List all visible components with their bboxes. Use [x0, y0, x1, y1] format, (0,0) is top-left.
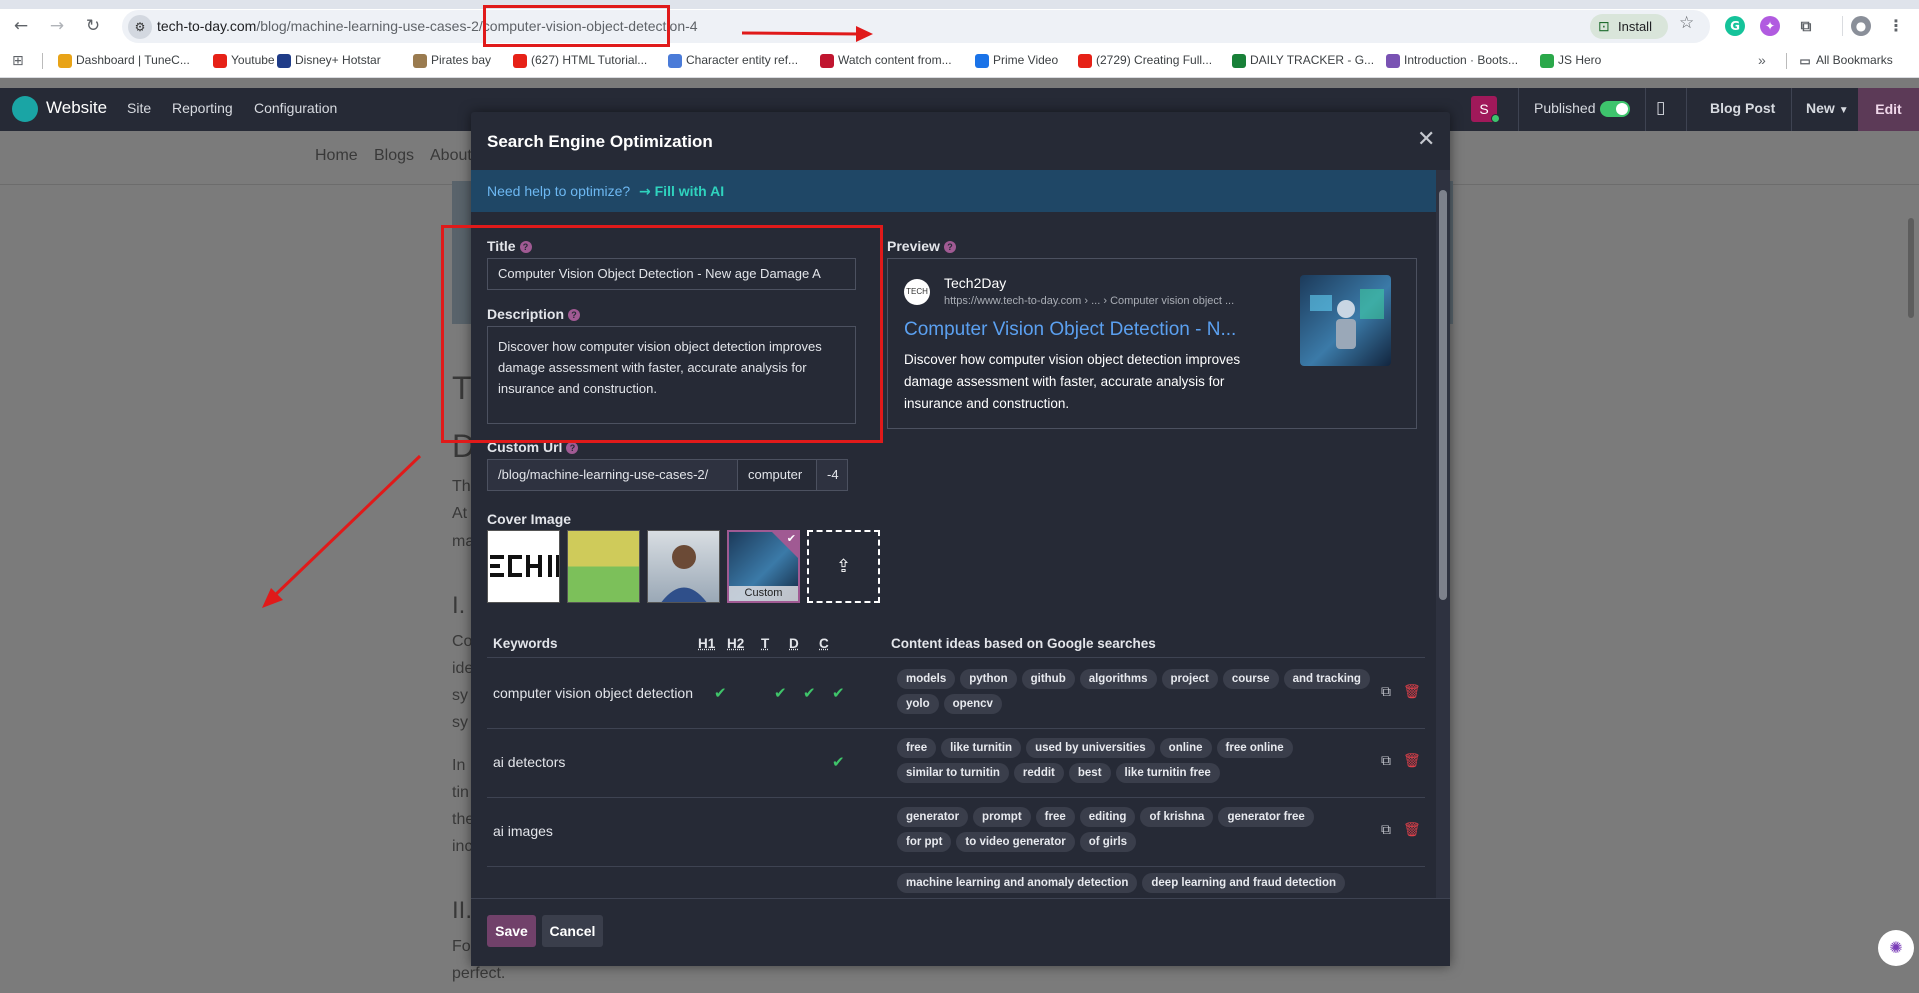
annotation-arrow-right [741, 31, 861, 36]
annotation-arrowhead-right [856, 26, 873, 42]
annotation-arrow-down [270, 454, 422, 600]
annotation-arrows [262, 26, 873, 608]
